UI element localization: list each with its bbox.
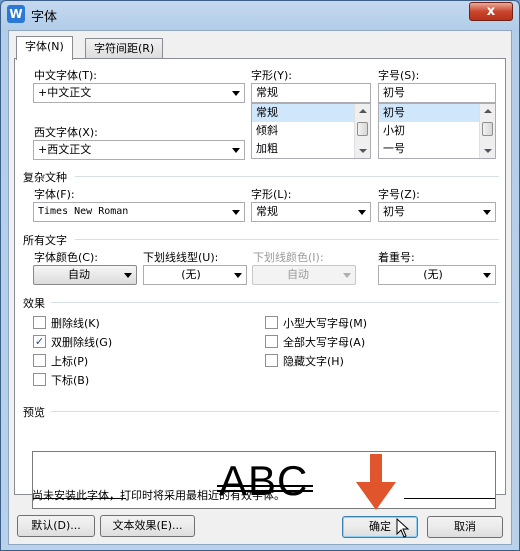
complex-section-title: 复杂文种 — [23, 171, 67, 184]
complex-font-label: 字体(F): — [34, 188, 75, 201]
chinese-font-select[interactable]: +中文正文 — [33, 83, 245, 103]
complex-font-select[interactable]: Times New Roman — [33, 202, 245, 222]
superscript-label[interactable]: 上标(P) — [51, 353, 88, 369]
chevron-down-icon — [483, 210, 491, 215]
scrollbar[interactable] — [354, 104, 370, 158]
underline-style-select[interactable]: (无) — [143, 265, 247, 285]
scroll-up-icon[interactable] — [359, 109, 367, 113]
subscript-checkbox[interactable] — [33, 373, 46, 386]
scroll-down-icon[interactable] — [484, 149, 492, 153]
complex-font-value: Times New Roman — [38, 206, 129, 217]
chevron-down-icon — [124, 273, 132, 278]
superscript-checkbox[interactable] — [33, 354, 46, 367]
small-caps-label[interactable]: 小型大写字母(M) — [283, 315, 367, 331]
font-tab-panel: 中文字体(T): +中文正文 西文字体(X): +西文正文 字形(Y): 常规 … — [14, 58, 506, 495]
small-caps-checkbox[interactable] — [265, 316, 278, 329]
underline-color-label: 下划线颜色(I): — [253, 251, 324, 264]
list-item[interactable]: 一号 — [379, 140, 495, 158]
list-item[interactable]: 初号 — [379, 104, 495, 122]
chinese-font-value: +中文正文 — [38, 86, 92, 99]
arrow-shaft — [370, 454, 382, 486]
tab-font[interactable]: 字体(N) — [16, 36, 73, 60]
font-color-label: 字体颜色(C): — [34, 251, 98, 264]
scrollbar[interactable] — [479, 104, 495, 158]
scroll-down-icon[interactable] — [359, 149, 367, 153]
arrow-head — [356, 482, 396, 510]
scroll-thumb[interactable] — [482, 122, 493, 136]
tab-character-spacing[interactable]: 字符间距(R) — [85, 38, 164, 59]
strikethrough-checkbox[interactable] — [33, 316, 46, 329]
list-item[interactable]: 常规 — [252, 104, 370, 122]
western-font-select[interactable]: +西文正文 — [33, 140, 245, 160]
list-item[interactable]: 小初 — [379, 122, 495, 140]
underline-style-label: 下划线线型(U): — [143, 251, 219, 264]
complex-style-value: 常规 — [256, 205, 278, 218]
effects-section-title: 效果 — [23, 297, 45, 310]
style-input[interactable]: 常规 — [251, 83, 371, 103]
cursor-shape — [396, 518, 410, 538]
font-color-value: 自动 — [68, 268, 90, 281]
window-title: 字体 — [31, 10, 58, 25]
chevron-down-icon — [232, 148, 240, 153]
close-button[interactable]: x — [469, 2, 513, 21]
text-effects-button[interactable]: 文本效果(E)... — [100, 515, 195, 537]
underline-color-value: 自动 — [287, 268, 309, 281]
default-button[interactable]: 默认(D)... — [17, 515, 95, 537]
list-item[interactable]: 倾斜 — [252, 122, 370, 140]
emphasis-mark-label: 着重号: — [378, 251, 415, 264]
western-font-label: 西文字体(X): — [34, 126, 98, 139]
font-dialog: W 字体 x 字体(N) 字符间距(R) 中文字体(T): +中文正文 西文字体… — [0, 0, 520, 551]
scroll-up-icon[interactable] — [484, 109, 492, 113]
chevron-down-icon — [343, 273, 351, 278]
chevron-down-icon — [234, 273, 242, 278]
complex-size-value: 初号 — [383, 205, 405, 218]
mouse-cursor-icon — [396, 518, 410, 538]
hidden-text-checkbox[interactable] — [265, 354, 278, 367]
style-list[interactable]: 常规 倾斜 加粗 — [251, 103, 371, 159]
divider — [75, 239, 499, 240]
red-arrow-annotation-icon — [356, 454, 396, 510]
western-font-value: +西文正文 — [38, 143, 92, 156]
dialog-client: 字体(N) 字符间距(R) 中文字体(T): +中文正文 西文字体(X): +西… — [8, 30, 512, 545]
all-text-section-title: 所有文字 — [23, 234, 67, 247]
style-label: 字形(Y): — [251, 69, 293, 82]
preview-note: 尚未安装此字体，打印时将采用最相近的有效字体。 — [32, 487, 285, 503]
all-caps-checkbox[interactable] — [265, 335, 278, 348]
preview-section-title: 预览 — [23, 406, 45, 419]
list-item[interactable]: 加粗 — [252, 140, 370, 158]
double-strikethrough-checkbox[interactable]: ✓ — [33, 335, 46, 348]
complex-size-select[interactable]: 初号 — [378, 202, 496, 222]
complex-style-select[interactable]: 常规 — [251, 202, 371, 222]
divider — [51, 411, 499, 412]
title-bar: W 字体 x — [1, 1, 519, 29]
underline-color-dropdown: 自动 — [252, 265, 356, 285]
chevron-down-icon — [232, 210, 240, 215]
underline-style-value: (无) — [181, 268, 201, 281]
chevron-down-icon — [483, 273, 491, 278]
complex-size-label: 字号(Z): — [378, 188, 420, 201]
divider — [51, 302, 499, 303]
all-caps-label[interactable]: 全部大写字母(A) — [283, 334, 365, 350]
font-color-dropdown[interactable]: 自动 — [33, 265, 137, 285]
chinese-font-label: 中文字体(T): — [34, 69, 98, 82]
size-label: 字号(S): — [378, 69, 420, 82]
chevron-down-icon — [232, 91, 240, 96]
size-list[interactable]: 初号 小初 一号 — [378, 103, 496, 159]
complex-style-label: 字形(L): — [251, 188, 292, 201]
subscript-label[interactable]: 下标(B) — [51, 372, 89, 388]
hidden-text-label[interactable]: 隐藏文字(H) — [283, 353, 344, 369]
scroll-thumb[interactable] — [357, 122, 368, 136]
wps-writer-icon: W — [7, 5, 25, 23]
cancel-button[interactable]: 取消 — [427, 516, 503, 538]
preview-note-text: 尚未安装此字体，打印时将采用最相近的有效字体。 — [32, 489, 285, 502]
strikethrough-label[interactable]: 删除线(K) — [51, 315, 100, 331]
preview-baseline-right — [404, 498, 495, 499]
size-input[interactable]: 初号 — [378, 83, 496, 103]
double-strikethrough-label[interactable]: 双删除线(G) — [51, 334, 112, 350]
emphasis-mark-value: (无) — [423, 268, 443, 281]
chevron-down-icon — [358, 210, 366, 215]
divider — [75, 176, 499, 177]
emphasis-mark-select[interactable]: (无) — [378, 265, 496, 285]
